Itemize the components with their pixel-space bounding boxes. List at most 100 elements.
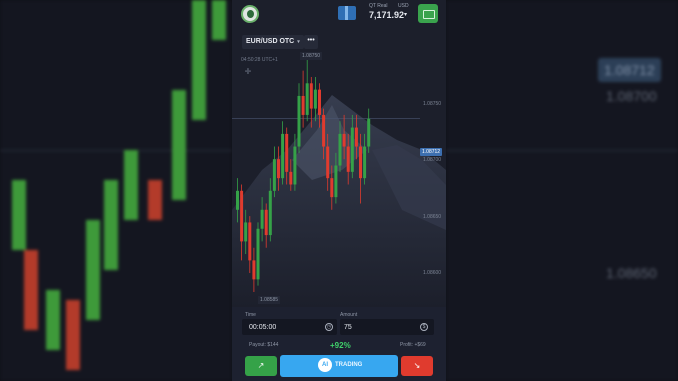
background-candle xyxy=(24,250,38,330)
candle xyxy=(236,178,239,223)
amount-field-label: Amount xyxy=(340,312,358,318)
candle xyxy=(301,70,305,128)
time-field-label: Time xyxy=(245,312,256,318)
candle xyxy=(248,216,252,274)
candle-body xyxy=(244,222,248,242)
candle-body xyxy=(252,260,256,280)
background-blur-right: 1.08712 1.08700 1.08650 xyxy=(446,0,678,381)
candle xyxy=(240,184,244,261)
payout-percent: +92% xyxy=(330,341,351,350)
sell-down-button[interactable]: ↘ xyxy=(401,356,433,376)
candle xyxy=(367,108,371,153)
candle xyxy=(334,152,338,204)
candle xyxy=(244,209,248,255)
candle-body xyxy=(363,146,367,179)
ai-trading-label: TRADING xyxy=(335,362,363,368)
clock-icon[interactable]: ◷ xyxy=(325,323,333,331)
candle-body xyxy=(330,178,334,198)
profit-amount: Profit: +$69 xyxy=(400,342,426,348)
candle-body xyxy=(334,165,338,198)
candle xyxy=(342,114,346,160)
candle xyxy=(326,133,330,191)
candle xyxy=(322,108,326,160)
background-gridline xyxy=(446,150,678,151)
arrow-up-right-icon: ↗ xyxy=(257,361,265,370)
candle xyxy=(252,247,256,292)
screen: 1.08712 1.08700 1.08650 QT Real USD 7,17… xyxy=(0,0,678,381)
candle-body xyxy=(346,146,350,172)
candle-body xyxy=(236,190,239,210)
candle-body xyxy=(277,159,280,179)
background-candle xyxy=(104,180,118,270)
background-candle xyxy=(12,180,26,250)
candle-body xyxy=(264,209,268,236)
ai-badge-icon: AI xyxy=(318,358,332,372)
background-candle xyxy=(192,0,206,120)
candle-body xyxy=(309,83,313,109)
candle xyxy=(363,133,367,185)
candle xyxy=(256,222,260,286)
candle xyxy=(285,127,289,185)
candle-body xyxy=(281,133,285,179)
background-price-label: 1.08650 xyxy=(606,265,657,281)
candle xyxy=(330,165,334,210)
candle xyxy=(272,146,276,198)
candle-body xyxy=(285,133,289,172)
background-price-label: 1.08700 xyxy=(606,88,657,104)
candle xyxy=(354,114,358,160)
candle xyxy=(277,146,280,191)
candle xyxy=(318,83,321,128)
background-current-price: 1.08712 xyxy=(598,58,661,82)
candle-body xyxy=(367,118,371,147)
chart-high-label: 1.08750 xyxy=(300,52,323,60)
candle-body xyxy=(342,133,346,147)
candle xyxy=(309,76,313,128)
candle xyxy=(313,76,317,122)
candle xyxy=(260,197,264,242)
candle xyxy=(350,114,354,179)
candle-body xyxy=(305,83,309,115)
candle xyxy=(346,133,350,185)
background-gridline xyxy=(0,150,232,151)
candle-body xyxy=(272,159,276,191)
candle-body xyxy=(354,127,358,147)
candle-body xyxy=(338,133,342,166)
candle-body xyxy=(256,228,260,280)
background-candle xyxy=(212,0,226,40)
candle-body xyxy=(289,171,293,185)
candle xyxy=(264,203,268,248)
candle xyxy=(289,159,293,191)
candle-body xyxy=(313,89,317,109)
background-candle xyxy=(46,290,60,350)
current-price-tag: 1.08712 xyxy=(420,148,443,156)
dollar-icon[interactable]: $ xyxy=(420,323,428,331)
candle xyxy=(281,121,285,185)
phone-screen: QT Real USD 7,171.92 ▾ EUR/USD OTC ▾ ••• … xyxy=(232,0,446,381)
candle-body xyxy=(293,146,297,185)
buy-up-button[interactable]: ↗ xyxy=(245,356,277,376)
background-candle xyxy=(124,150,138,220)
y-axis-tick: 1.08600 xyxy=(423,270,442,276)
candle-body xyxy=(240,190,244,242)
background-candle xyxy=(148,180,162,220)
candle xyxy=(268,178,272,242)
time-value: 00:05:00 xyxy=(249,324,277,331)
candle-body xyxy=(260,209,264,229)
candle xyxy=(359,133,362,204)
candle-body xyxy=(248,222,252,261)
background-candle xyxy=(86,220,100,320)
candle-body xyxy=(359,146,362,179)
arrow-down-right-icon: ↘ xyxy=(413,361,421,370)
payout-amount: Payout: $144 xyxy=(249,342,279,348)
y-axis-tick: 1.08700 xyxy=(423,157,442,163)
amount-value: 75 xyxy=(344,324,352,331)
background-blur-left xyxy=(0,0,232,381)
candle-body xyxy=(318,89,321,115)
background-candle xyxy=(172,90,186,200)
candle-body xyxy=(326,146,330,179)
candle-body xyxy=(297,95,301,147)
candle-body xyxy=(322,114,326,147)
chart-low-label: 1.08585 xyxy=(258,296,281,304)
candle xyxy=(297,83,301,153)
y-axis-tick: 1.08750 xyxy=(423,101,442,107)
